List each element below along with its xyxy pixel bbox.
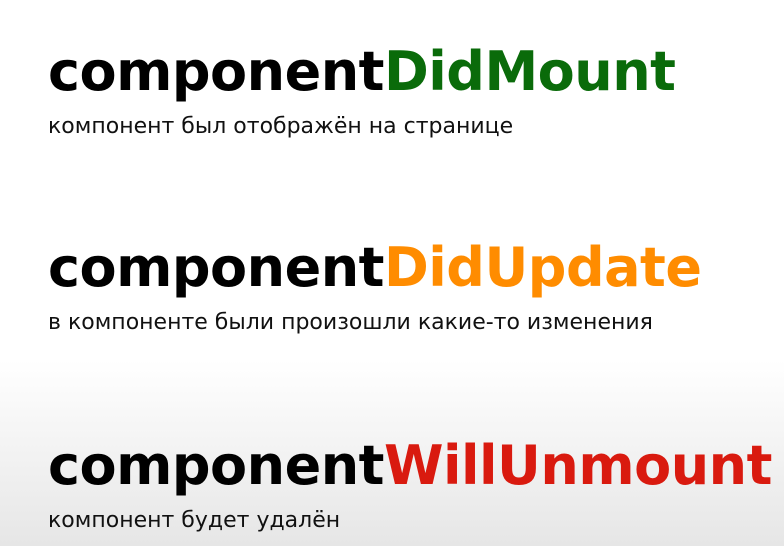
method-prefix: component: [48, 236, 384, 299]
method-prefix: component: [48, 434, 384, 497]
method-prefix: component: [48, 40, 384, 103]
method-suffix: DidUpdate: [383, 236, 702, 299]
method-title: componentDidUpdate: [48, 236, 778, 300]
lifecycle-method-will-unmount: componentWillUnmount компонент будет уда…: [48, 434, 778, 536]
method-description: в компоненте были произошли какие-то изм…: [48, 310, 653, 335]
method-description: компонент будет удалён: [48, 508, 341, 533]
method-title: componentDidMount: [48, 40, 778, 104]
lifecycle-method-did-update: componentDidUpdate в компоненте были про…: [48, 236, 778, 338]
method-title: componentWillUnmount: [48, 434, 778, 498]
method-suffix: WillUnmount: [383, 434, 772, 497]
method-description: компонент был отображён на странице: [48, 114, 514, 139]
method-suffix: DidMount: [383, 40, 676, 103]
lifecycle-method-did-mount: componentDidMount компонент был отображё…: [48, 40, 778, 142]
